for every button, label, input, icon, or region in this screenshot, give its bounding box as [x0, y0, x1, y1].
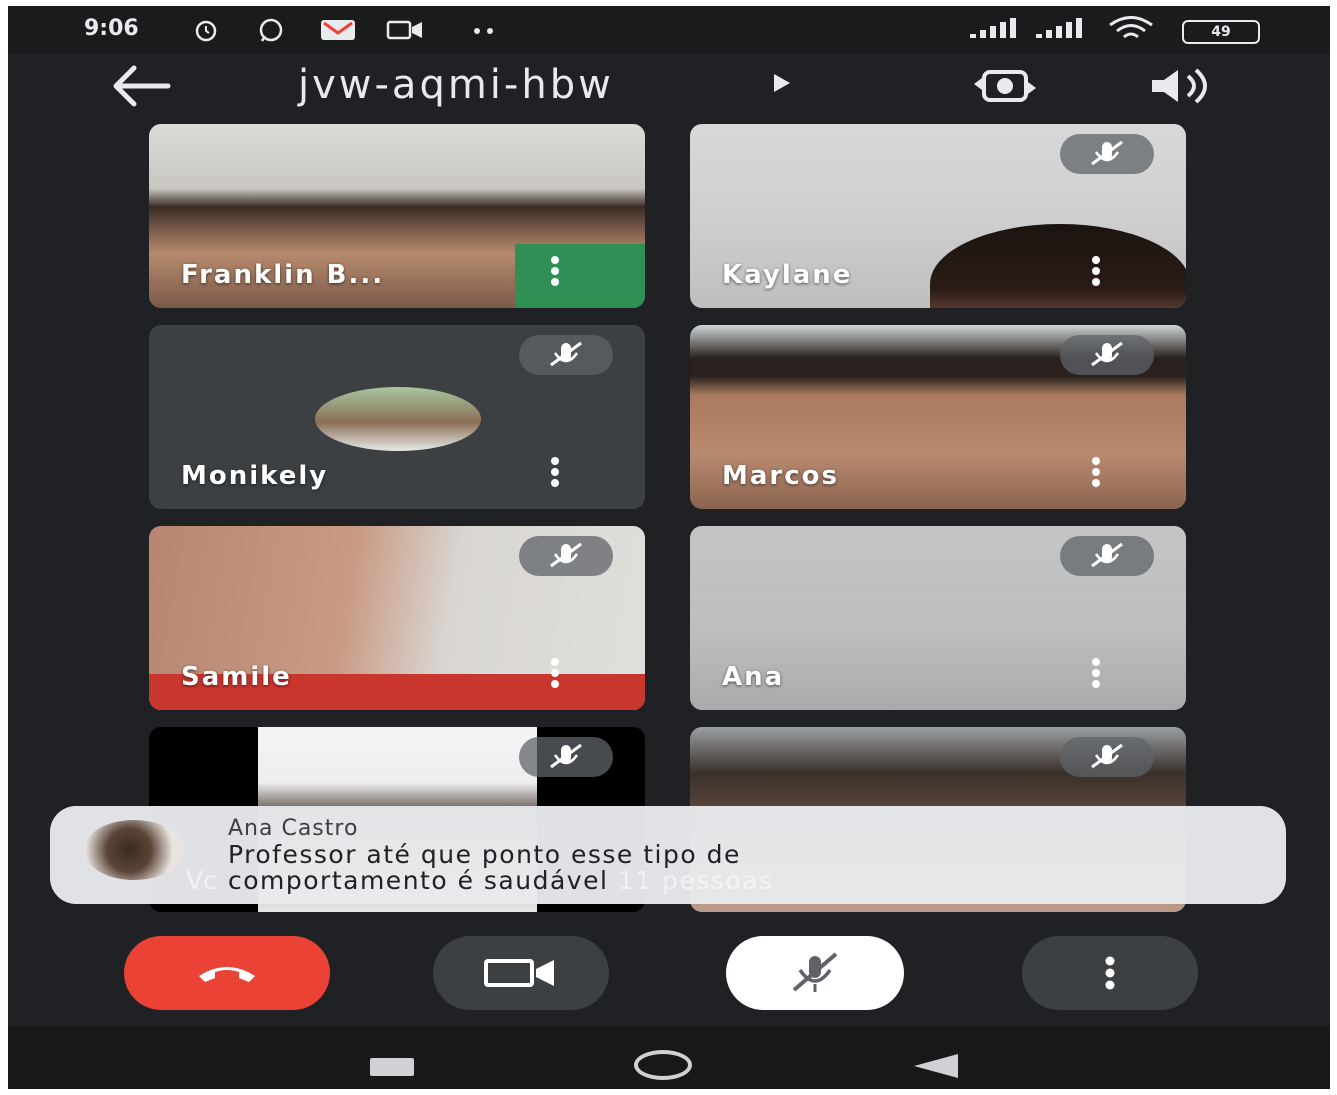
phone-hangup-icon: [199, 967, 255, 982]
video-camera-icon: [484, 959, 554, 987]
phone-screen: 9:06 49 jvw-aqmi-hbw Franklin B... Kayla…: [8, 6, 1330, 1089]
arrow-left-icon[interactable]: [108, 64, 172, 108]
switch-camera-icon[interactable]: [970, 66, 1040, 106]
meeting-info-arrow-icon[interactable]: [770, 72, 792, 94]
more-vert-icon[interactable]: [1088, 455, 1104, 489]
underlying-partial-text: Vc: [186, 866, 217, 895]
more-vert-icon[interactable]: [547, 455, 563, 489]
nav-back-icon[interactable]: [914, 1054, 958, 1078]
mic-off-icon: [519, 335, 613, 375]
more-vert-icon[interactable]: [1088, 254, 1104, 288]
recent-apps-icon[interactable]: [370, 1058, 414, 1076]
camera-toggle-button[interactable]: [433, 936, 609, 1010]
participant-name: Samile: [181, 662, 292, 692]
more-vert-icon[interactable]: [1088, 656, 1104, 690]
participant-tile-ana[interactable]: Ana: [690, 526, 1186, 710]
mic-off-icon: [1060, 737, 1154, 777]
status-time: 9:06: [84, 16, 139, 41]
gmail-icon: [321, 20, 355, 40]
mic-off-icon: [519, 536, 613, 576]
participant-tile-samile[interactable]: Samile: [149, 526, 645, 710]
meeting-top-bar: jvw-aqmi-hbw: [8, 54, 1330, 124]
more-vert-icon[interactable]: [547, 254, 563, 288]
wifi-icon: [1109, 16, 1153, 39]
chat-message-line-1: Professor até que ponto esse tipo de: [228, 840, 741, 869]
speaker-icon[interactable]: [1148, 66, 1218, 106]
participant-tile-marcos[interactable]: Marcos: [690, 325, 1186, 509]
participant-name: Kaylane: [722, 260, 853, 290]
camera-status-icon: [386, 20, 422, 40]
participant-name: Monikely: [181, 461, 329, 491]
participant-name: Ana: [722, 662, 785, 692]
mic-off-icon: [1060, 335, 1154, 375]
mic-off-icon: [1060, 134, 1154, 174]
sender-name: Ana Castro: [228, 816, 359, 841]
participant-tile-franklin[interactable]: Franklin B...: [149, 124, 645, 308]
green-wall: [515, 244, 645, 308]
participant-tile-kaylane[interactable]: Kaylane: [690, 124, 1186, 308]
participant-avatar: [315, 387, 481, 451]
alarm-icon: [195, 20, 217, 42]
end-call-button[interactable]: [124, 936, 330, 1010]
microphone-toggle-button[interactable]: [726, 936, 904, 1010]
system-nav-bar: [8, 1026, 1330, 1089]
more-options-button[interactable]: [1022, 936, 1198, 1010]
signal-icon: [970, 18, 1016, 38]
home-icon[interactable]: [634, 1050, 692, 1080]
battery-indicator: 49: [1182, 20, 1260, 44]
mic-off-icon: [792, 952, 838, 992]
mic-off-icon: [1060, 536, 1154, 576]
whatsapp-icon: [259, 18, 283, 42]
mic-off-icon: [519, 737, 613, 777]
chat-message-line-2: comportamento é saudável 11 pessoas: [228, 868, 1128, 894]
participant-tile-monikely[interactable]: Monikely: [149, 325, 645, 509]
more-notifications-icon: [474, 28, 493, 34]
meeting-code[interactable]: jvw-aqmi-hbw: [298, 62, 614, 108]
more-vert-icon[interactable]: [547, 656, 563, 690]
sender-avatar: [84, 820, 184, 880]
chat-message-line-2-text: comportamento é saudável: [228, 866, 609, 895]
status-bar: 9:06 49: [8, 6, 1330, 54]
participant-name: Franklin B...: [181, 260, 385, 290]
chat-message-toast[interactable]: Ana Castro Professor até que ponto esse …: [50, 806, 1286, 904]
participant-count: 11 pessoas: [617, 866, 774, 895]
participant-name: Marcos: [722, 461, 839, 491]
chat-message-text: Professor até que ponto esse tipo de com…: [228, 842, 1128, 894]
signal-2-icon: [1036, 18, 1082, 38]
more-vert-icon: [1105, 956, 1115, 990]
